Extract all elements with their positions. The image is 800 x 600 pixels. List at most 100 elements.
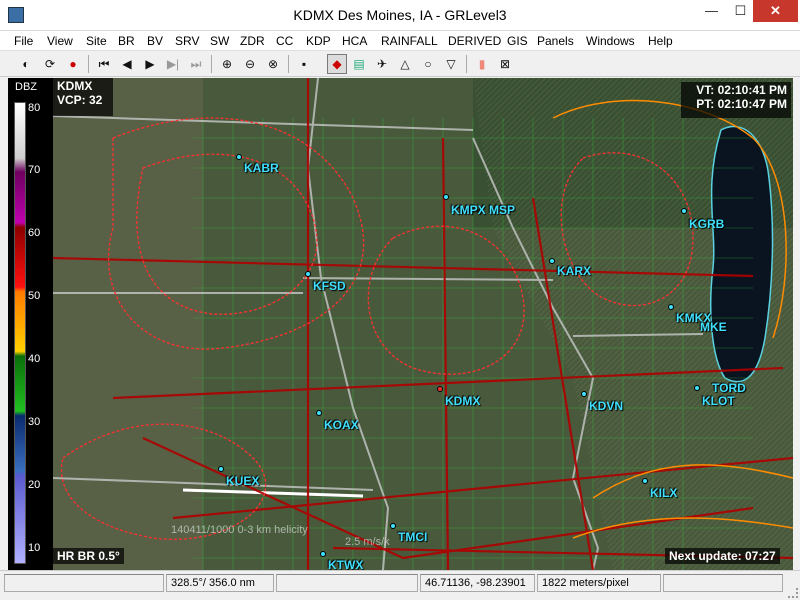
menu-cc[interactable]: CC <box>276 34 293 48</box>
site-marker[interactable] <box>681 208 687 214</box>
warning-icon[interactable]: △ <box>395 54 415 74</box>
site-label-kdvn[interactable]: KDVN <box>589 399 623 413</box>
first-frame-icon[interactable]: ⏮ <box>94 54 114 74</box>
prev-frame-icon[interactable]: ◀ <box>117 54 137 74</box>
status-empty-2 <box>276 574 418 592</box>
vcp-label: VCP: 32 <box>57 93 103 107</box>
legend-tick: 40 <box>28 353 41 365</box>
site-marker[interactable] <box>316 410 322 416</box>
site-label-tmci[interactable]: TMCI <box>398 530 427 544</box>
status-empty-3 <box>663 574 783 592</box>
zoom-out-icon[interactable]: ⊖ <box>240 54 260 74</box>
refresh-icon[interactable]: ⟳ <box>40 54 60 74</box>
menu-br[interactable]: BR <box>118 34 135 48</box>
gr-icon[interactable]: ◐ <box>16 54 36 74</box>
site-marker[interactable] <box>443 194 449 200</box>
site-marker[interactable] <box>320 551 326 557</box>
ring-icon[interactable]: ○ <box>418 54 438 74</box>
color-table-icon[interactable]: ◆ <box>327 54 347 74</box>
radar-map[interactable]: KDMX VCP: 32 VT: 02:10:41 PM PT: 02:10:4… <box>53 78 793 570</box>
menu-srv[interactable]: SRV <box>175 34 199 48</box>
volume-time: VT: 02:10:41 PM <box>696 83 787 97</box>
window-title: KDMX Des Moines, IA - GRLevel3 <box>293 7 507 23</box>
menu-bv[interactable]: BV <box>147 34 163 48</box>
legend-tick: 20 <box>28 479 41 491</box>
menu-view[interactable]: View <box>47 34 73 48</box>
site-marker[interactable] <box>305 271 311 277</box>
status-bearing: 328.5°/ 356.0 nm <box>166 574 274 592</box>
stop-icon[interactable]: ▪ <box>294 54 314 74</box>
menu-derived[interactable]: DERIVED <box>448 34 501 48</box>
menu-windows[interactable]: Windows <box>586 34 635 48</box>
site-marker-active[interactable] <box>437 386 443 392</box>
site-info-box: KDMX VCP: 32 <box>53 78 113 116</box>
legend-tick: 80 <box>28 102 41 114</box>
site-marker[interactable] <box>390 523 396 529</box>
next-update-label: Next update: 07:27 <box>665 548 780 564</box>
site-marker[interactable] <box>549 258 555 264</box>
site-marker[interactable] <box>236 154 242 160</box>
site-marker[interactable] <box>218 466 224 472</box>
site-marker[interactable] <box>581 391 587 397</box>
legend-tick: 10 <box>28 542 41 554</box>
site-label-tord[interactable]: TORD <box>712 381 746 395</box>
last-frame-icon[interactable]: ⏭ <box>186 54 206 74</box>
legend-title: DBZ <box>15 81 37 93</box>
menu-panels[interactable]: Panels <box>537 34 574 48</box>
site-marker[interactable] <box>694 385 700 391</box>
site-label-kdmx[interactable]: KDMX <box>445 394 480 408</box>
zoom-fit-icon[interactable]: ⊗ <box>263 54 283 74</box>
terrain-west <box>53 78 203 570</box>
menu-rainfall[interactable]: RAINFALL <box>381 34 438 48</box>
legend-icon[interactable]: ▤ <box>349 54 369 74</box>
site-label-msp[interactable]: MSP <box>489 203 515 217</box>
site-label-koax[interactable]: KOAX <box>324 418 359 432</box>
site-label-ktwx[interactable]: KTWX <box>328 558 363 570</box>
menu-bar: File View Site BR BV SRV SW ZDR CC KDP H… <box>0 31 800 51</box>
clear-icon[interactable]: ⊠ <box>495 54 515 74</box>
site-label-karx[interactable]: KARX <box>557 264 591 278</box>
next-frame-icon[interactable]: ▶| <box>163 54 183 74</box>
color-scale-bar <box>14 102 26 564</box>
legend-tick: 60 <box>28 227 41 239</box>
site-label-kilx[interactable]: KILX <box>650 486 677 500</box>
overlay-caption-2: 2.5 m/s/k <box>345 536 390 548</box>
status-scale: 1822 meters/pixel <box>537 574 661 592</box>
menu-site[interactable]: Site <box>86 34 107 48</box>
site-label-kuex[interactable]: KUEX <box>226 474 259 488</box>
site-label-kabr[interactable]: KABR <box>244 161 279 175</box>
status-bar: 328.5°/ 356.0 nm 46.71136, -98.23901 182… <box>0 570 800 600</box>
menu-file[interactable]: File <box>14 34 33 48</box>
legend-tick: 30 <box>28 416 41 428</box>
site-marker[interactable] <box>642 478 648 484</box>
site-label-kfsd[interactable]: KFSD <box>313 279 346 293</box>
menu-kdp[interactable]: KDP <box>306 34 331 48</box>
arrow-down-icon[interactable]: ▽ <box>441 54 461 74</box>
product-label: HR BR 0.5° <box>53 548 124 564</box>
menu-hca[interactable]: HCA <box>342 34 367 48</box>
site-id: KDMX <box>57 79 93 93</box>
site-label-kgrb[interactable]: KGRB <box>689 217 724 231</box>
play-icon[interactable]: ▶ <box>140 54 160 74</box>
panel-icon[interactable]: ▮ <box>472 54 492 74</box>
menu-zdr[interactable]: ZDR <box>240 34 265 48</box>
pin-icon[interactable]: ✈ <box>372 54 392 74</box>
toolbar: ◐ ⟳ ● ⏮ ◀ ▶ ▶| ⏭ ⊕ ⊖ ⊗ ▪ ◆ ▤ ✈ △ ○ ▽ ▮ ⊠ <box>0 51 800 77</box>
site-label-klot[interactable]: KLOT <box>702 394 735 408</box>
resize-grip-icon[interactable] <box>788 588 798 598</box>
toolbar-separator <box>88 55 89 73</box>
alert-icon[interactable]: ● <box>63 54 83 74</box>
menu-gis[interactable]: GIS <box>507 34 528 48</box>
site-label-kmpx[interactable]: KMPX <box>451 203 486 217</box>
site-label-mke[interactable]: MKE <box>700 320 727 334</box>
lake-michigan <box>710 125 774 383</box>
status-coords: 46.71136, -98.23901 <box>420 574 535 592</box>
toolbar-separator <box>288 55 289 73</box>
close-button[interactable]: ✕ <box>753 0 798 22</box>
toolbar-separator <box>466 55 467 73</box>
menu-sw[interactable]: SW <box>210 34 229 48</box>
menu-help[interactable]: Help <box>648 34 673 48</box>
zoom-in-icon[interactable]: ⊕ <box>217 54 237 74</box>
product-time: PT: 02:10:47 PM <box>696 97 787 111</box>
site-marker[interactable] <box>668 304 674 310</box>
